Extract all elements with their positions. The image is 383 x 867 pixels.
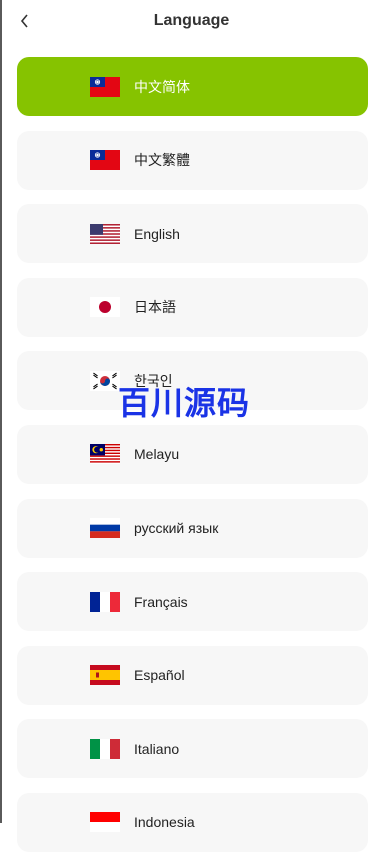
page-title: Language	[153, 12, 230, 29]
language-label: Español	[134, 667, 185, 684]
usa-flag-icon	[90, 223, 120, 244]
language-label: Italiano	[134, 740, 180, 757]
japan-flag-icon	[90, 297, 120, 318]
language-item-it[interactable]: Italiano	[17, 719, 368, 779]
language-item-fr[interactable]: Français	[17, 572, 368, 632]
language-label: 中文简体	[134, 78, 190, 95]
language-item-ms[interactable]: Melayu	[17, 424, 368, 484]
france-flag-icon	[90, 591, 120, 612]
indonesia-flag-icon	[90, 812, 120, 833]
spain-flag-icon	[90, 665, 120, 686]
language-item-id[interactable]: Indonesia	[17, 792, 368, 852]
language-item-en[interactable]: English	[17, 204, 368, 264]
russia-flag-icon	[90, 518, 120, 539]
language-item-ko[interactable]: 한국인	[17, 351, 368, 411]
language-label: 中文繁體	[134, 152, 190, 169]
language-label: 日本語	[134, 299, 176, 316]
italy-flag-icon	[90, 738, 120, 759]
language-label: русский язык	[134, 520, 219, 537]
language-label: English	[134, 225, 180, 242]
window-edge	[0, 0, 2, 823]
language-item-es[interactable]: Español	[17, 645, 368, 705]
language-label: 한국인	[134, 372, 173, 389]
taiwan-flag-icon	[90, 150, 120, 171]
language-label: Français	[134, 593, 188, 610]
header: Language	[0, 0, 383, 44]
korea-flag-icon	[90, 370, 120, 391]
language-item-ja[interactable]: 日本語	[17, 277, 368, 337]
language-label: Melayu	[134, 446, 180, 463]
language-item-ru[interactable]: русский язык	[17, 498, 368, 558]
malaysia-flag-icon	[90, 444, 120, 465]
language-label: Indonesia	[134, 814, 195, 831]
language-item-zh-tw[interactable]: 中文繁體	[17, 130, 368, 190]
taiwan-flag-icon	[90, 76, 120, 97]
language-list: 中文简体 中文繁體 English 日本語 한국인 Melayu русский…	[17, 57, 368, 867]
language-item-zh-cn[interactable]: 中文简体	[17, 57, 368, 116]
